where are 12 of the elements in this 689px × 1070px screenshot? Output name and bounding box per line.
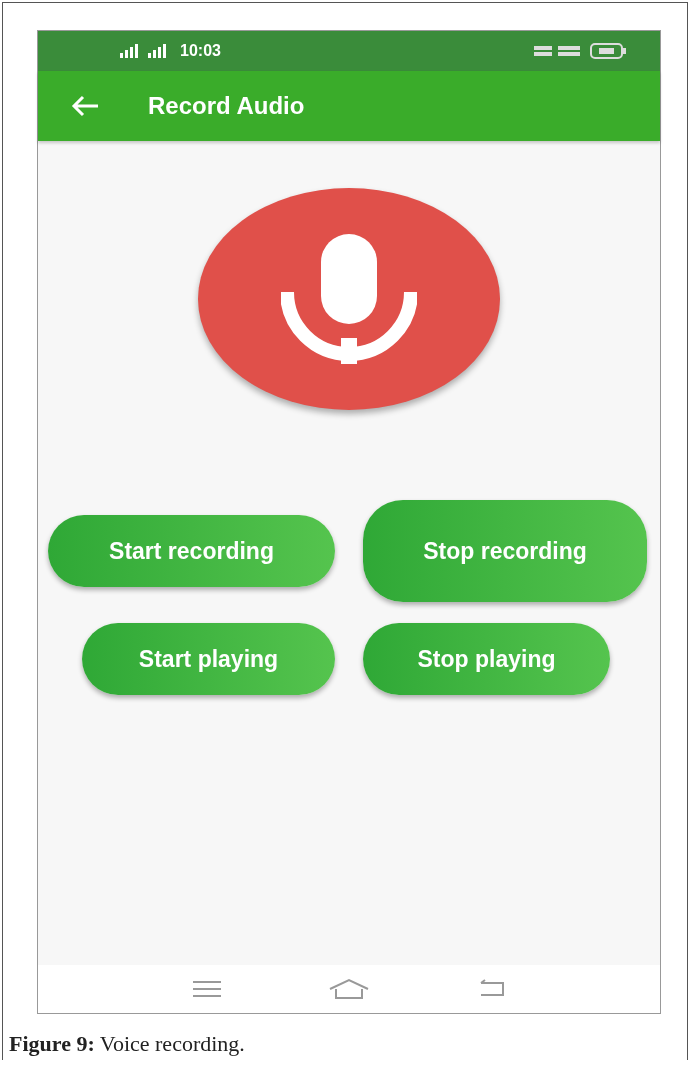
menu-icon[interactable] [190,980,223,998]
back-arrow-icon[interactable] [70,94,100,118]
action-button[interactable]: Stop playing [363,623,610,695]
battery-icon [590,43,626,59]
home-icon[interactable] [328,978,370,1000]
action-button[interactable]: Start playing [82,623,335,695]
action-button[interactable]: Stop recording [363,500,647,602]
microphone-icon [281,234,417,364]
figure-caption: Figure 9: Voice recording. [9,1031,245,1057]
screen-title: Record Audio [148,92,305,120]
action-button[interactable]: Start recording [48,515,335,587]
clock: 10:03 [180,42,221,60]
